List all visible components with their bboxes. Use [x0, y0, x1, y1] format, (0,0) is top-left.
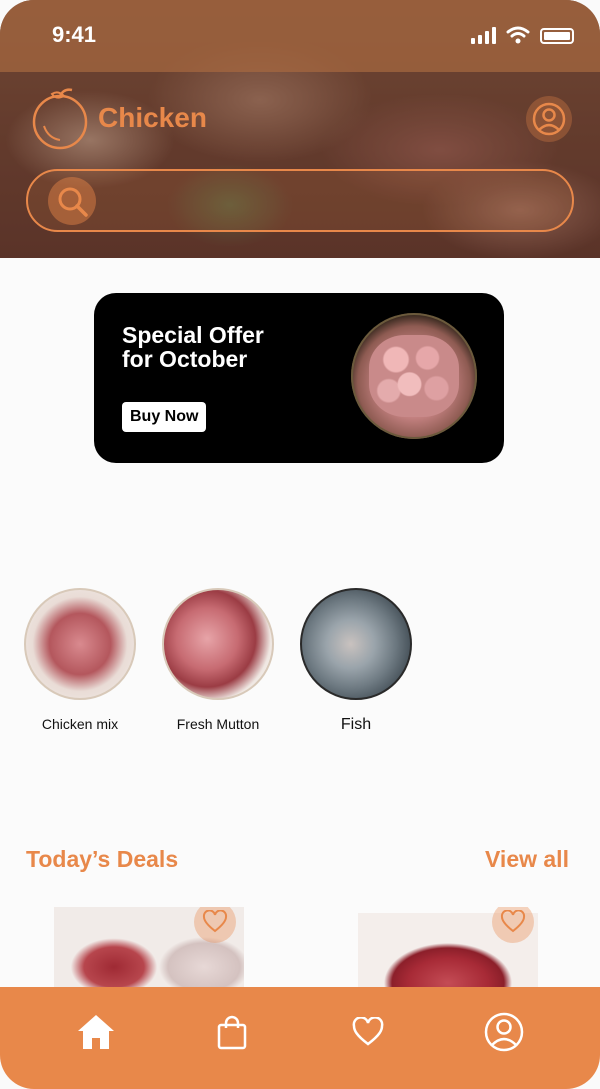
signal-icon	[471, 26, 496, 44]
fish-image	[300, 588, 412, 700]
search-icon	[58, 187, 88, 217]
home-icon	[78, 1015, 114, 1049]
nav-profile[interactable]	[480, 1008, 528, 1056]
view-all-link[interactable]: View all	[485, 846, 569, 873]
wifi-icon	[506, 26, 530, 44]
search-button[interactable]	[48, 177, 96, 225]
search-input[interactable]	[108, 181, 548, 221]
chicken-mix-image	[24, 588, 136, 700]
nav-home[interactable]	[72, 1008, 120, 1056]
status-time: 9:41	[52, 22, 97, 47]
search-bar	[26, 169, 574, 232]
category-list: Chicken mix Fresh Mutton Fish	[24, 588, 412, 734]
nav-favorites[interactable]	[344, 1008, 392, 1056]
category-chicken-mix[interactable]: Chicken mix	[24, 588, 136, 734]
profile-button[interactable]	[526, 96, 572, 142]
deals-title: Today’s Deals	[26, 846, 179, 872]
status-bar: 9:41	[0, 0, 600, 72]
heart-icon	[202, 910, 228, 933]
header-banner: 9:41 Chicken	[0, 0, 600, 258]
bag-icon	[217, 1015, 247, 1050]
chicken-bowl-image	[351, 313, 477, 439]
heart-icon	[352, 1017, 384, 1046]
promo-title: Special Offer for October	[122, 322, 264, 372]
fresh-mutton-image	[162, 588, 274, 700]
app-screen: 9:41 Chicken Special Offer for October B…	[0, 0, 600, 1089]
promo-banner[interactable]: Special Offer for October Buy Now	[94, 293, 504, 463]
battery-icon	[540, 28, 574, 44]
bottom-nav	[0, 987, 600, 1089]
deal-card[interactable]	[358, 907, 538, 997]
brand: Chicken	[30, 86, 207, 150]
user-icon	[532, 102, 566, 136]
profile-icon	[484, 1012, 524, 1052]
buy-now-button[interactable]: Buy Now	[122, 402, 207, 432]
fruit-logo-icon	[32, 88, 88, 150]
category-fish[interactable]: Fish	[300, 588, 412, 734]
brand-name: Chicken	[98, 102, 207, 133]
category-fresh-mutton[interactable]: Fresh Mutton	[162, 588, 274, 734]
deal-card[interactable]	[54, 907, 244, 997]
nav-cart[interactable]	[208, 1008, 256, 1056]
heart-icon	[500, 910, 526, 933]
